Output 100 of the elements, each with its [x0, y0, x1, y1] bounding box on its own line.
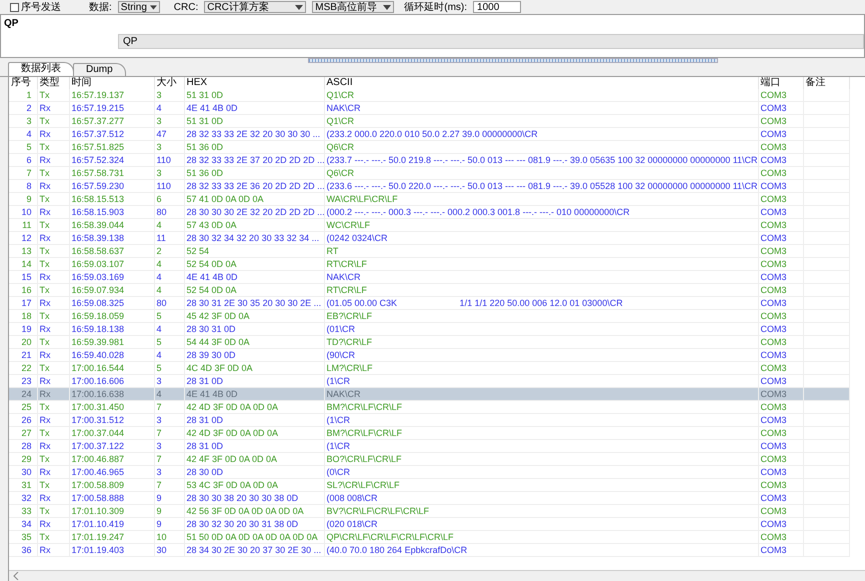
- table-cell: 110: [154, 180, 184, 192]
- table-cell: 4: [154, 348, 184, 362]
- bit-order-dropdown[interactable]: MSB高位前导: [312, 1, 394, 13]
- table-cell: 16:58.39.044: [69, 218, 154, 232]
- table-cell: 29: [9, 452, 37, 466]
- table-row[interactable]: 22 Tx 17:00.16.544 5 4C 4D 3F 0D 0A LM?\CR\LF COM3: [9, 362, 849, 374]
- table-cell: 16:59.18.059: [69, 310, 154, 322]
- data-format-dropdown[interactable]: String: [118, 1, 160, 13]
- table-cell: 5: [9, 140, 37, 154]
- table-row[interactable]: 28 Rx 17:00.37.122 3 28 31 0D (1\CR COM3: [9, 440, 849, 452]
- tab[interactable]: 数据列表: [8, 62, 74, 76]
- horizontal-scrollbar[interactable]: [9, 570, 865, 581]
- table-cell: 4: [154, 102, 184, 114]
- table-cell: COM3: [758, 140, 803, 154]
- table-row[interactable]: 13 Tx 16:58.58.637 2 52 54 RT COM3: [9, 244, 849, 258]
- table-row[interactable]: 33 Tx 17:01.10.309 9 42 56 3F 0D 0A 0D 0A 0D 0A BV?\CR\LF\CR\LF\CR\LF COM3: [9, 504, 849, 518]
- table-cell: COM3: [758, 466, 803, 478]
- table-cell: 7: [154, 478, 184, 492]
- table-cell: (01.05 00.00 C3K 1/1 1/1 220 50.00 006 12.0 01 03000\CR: [324, 296, 758, 310]
- table-cell: COM3: [758, 284, 803, 296]
- table-cell: Rx: [37, 414, 69, 426]
- crc-label: CRC:: [174, 2, 198, 12]
- table-cell: COM3: [758, 518, 803, 530]
- table-cell: 14: [9, 258, 37, 270]
- table-cell: 16:58.15.513: [69, 192, 154, 206]
- table-cell: 16:57.19.137: [69, 89, 154, 102]
- table-row[interactable]: 10 Rx 16:58.15.903 80 28 30 30 30 2E 32 20 2D 2D 2D ... (000.2 ---.- ---.- 000.3 ---.- ---.- 000.2 000.3 001.8 ---.- ---.- 010 00000000\CR COM3: [9, 206, 849, 218]
- splitter-handle[interactable]: [308, 58, 718, 62]
- table-cell: COM3: [758, 414, 803, 426]
- table-row[interactable]: 20 Tx 16:59.39.981 5 54 44 3F 0D 0A TD?\CR\LF COM3: [9, 336, 849, 348]
- table-row[interactable]: 17 Rx 16:59.08.325 80 28 30 31 2E 30 35 20 30 30 2E ... (01.05 00.00 C3K 1/1 1/1 220 50.00 006 12.0 01 03000\CR COM3: [9, 296, 849, 310]
- table-row[interactable]: 7 Tx 16:57.58.731 3 51 36 0D Q6\CR COM3: [9, 166, 849, 180]
- table-row[interactable]: 4 Rx 16:57.37.512 47 28 32 33 33 2E 32 20 30 30 30 ... (233.2 000.0 220.0 010 50.0 2.27 39.0 00000000\CR COM3: [9, 128, 849, 140]
- sequence-send-checkbox[interactable]: 序号发送: [10, 0, 61, 14]
- table-row[interactable]: 18 Tx 16:59.18.059 5 45 42 3F 0D 0A EB?\CR\LF COM3: [9, 310, 849, 322]
- table-cell: RT\CR\LF: [324, 258, 758, 270]
- column-header[interactable]: ASCII: [324, 77, 758, 89]
- table-cell: NAK\CR: [324, 270, 758, 284]
- table-cell: 5: [154, 310, 184, 322]
- table-row[interactable]: 1 Tx 16:57.19.137 3 51 31 0D Q1\CR COM3: [9, 89, 849, 102]
- column-header[interactable]: 大小: [154, 77, 184, 89]
- table-cell: Rx: [37, 544, 69, 556]
- column-header[interactable]: 类型: [37, 77, 69, 89]
- table-row[interactable]: 6 Rx 16:57.52.324 110 28 32 33 33 2E 37 20 2D 2D 2D ... (233.7 ---.- ---.- 50.0 219.8 ---.- ---.- 50.0 013 --- --- 081.9 ---.- 39.0 05635 100 32 00000000 00000000 11\CR COM3: [9, 154, 849, 166]
- scroll-left-icon[interactable]: [13, 572, 19, 580]
- table-cell: 25: [9, 400, 37, 414]
- table-row[interactable]: 31 Tx 17:00.58.809 7 53 4C 3F 0D 0A 0D 0A SL?\CR\LF\CR\LF COM3: [9, 478, 849, 492]
- table-row[interactable]: 9 Tx 16:58.15.513 6 57 41 0D 0A 0D 0A WA\CR\LF\CR\LF COM3: [9, 192, 849, 206]
- table-row[interactable]: 32 Rx 17:00.58.888 9 28 30 30 38 20 30 30 38 0D (008 008\CR COM3: [9, 492, 849, 504]
- table-row[interactable]: 25 Tx 17:00.31.450 7 42 4D 3F 0D 0A 0D 0A BM?\CR\LF\CR\LF COM3: [9, 400, 849, 414]
- column-header[interactable]: 时间: [69, 77, 154, 89]
- table-cell: 11: [9, 218, 37, 232]
- table-cell: (1\CR: [324, 440, 758, 452]
- table-row[interactable]: 36 Rx 17:01.19.403 30 28 34 30 2E 30 20 37 30 2E 30 ... (40.0 70.0 180 264 EpbkcrafDo\CR COM3: [9, 544, 849, 556]
- table-row[interactable]: 15 Rx 16:59.03.169 4 4E 41 4B 0D NAK\CR COM3: [9, 270, 849, 284]
- table-row[interactable]: 12 Rx 16:58.39.138 11 28 30 32 34 32 20 30 33 32 34 ... (0242 0324\CR COM3: [9, 232, 849, 244]
- column-header[interactable]: HEX: [184, 77, 324, 89]
- table-row[interactable]: 16 Tx 16:59.07.934 4 52 54 0D 0A RT\CR\LF COM3: [9, 284, 849, 296]
- send-text-area[interactable]: QP QP: [0, 14, 865, 58]
- table-row[interactable]: 8 Rx 16:57.59.230 110 28 32 33 33 2E 36 20 2D 2D 2D ... (233.6 ---.- ---.- 50.0 220.0 ---.- ---.- 50.0 013 --- --- 081.9 ---.- 39.0 05528 100 32 00000000 00000000 11\CR COM3: [9, 180, 849, 192]
- loop-delay-label: 循环延时(ms):: [404, 0, 468, 14]
- loop-delay-field[interactable]: 1000: [473, 1, 522, 13]
- column-header[interactable]: 端口: [758, 77, 803, 89]
- table-row[interactable]: 11 Tx 16:58.39.044 4 57 43 0D 0A WC\CR\LF COM3: [9, 218, 849, 232]
- tab[interactable]: Dump: [73, 63, 126, 76]
- table-row[interactable]: 3 Tx 16:57.37.277 3 51 31 0D Q1\CR COM3: [9, 114, 849, 128]
- table-cell: Tx: [37, 114, 69, 128]
- table-row[interactable]: 27 Tx 17:00.37.044 7 42 4D 3F 0D 0A 0D 0A BM?\CR\LF\CR\LF COM3: [9, 426, 849, 440]
- table-row[interactable]: 29 Tx 17:00.46.887 7 42 4F 3F 0D 0A 0D 0A BO?\CR\LF\CR\LF COM3: [9, 452, 849, 466]
- table-cell: (90\CR: [324, 348, 758, 362]
- table-row[interactable]: 34 Rx 17:01.10.419 9 28 30 32 30 20 30 31 38 0D (020 018\CR COM3: [9, 518, 849, 530]
- table-row[interactable]: 21 Rx 16:59.40.028 4 28 39 30 0D (90\CR COM3: [9, 348, 849, 362]
- table-row[interactable]: 30 Rx 17:00.46.965 3 28 30 0D (0\CR COM3: [9, 466, 849, 478]
- send-history-bar[interactable]: QP: [118, 34, 864, 49]
- table-row[interactable]: 19 Rx 16:59.18.138 4 28 30 31 0D (01\CR COM3: [9, 322, 849, 336]
- table-row[interactable]: 14 Tx 16:59.03.107 4 52 54 0D 0A RT\CR\LF COM3: [9, 258, 849, 270]
- table-row[interactable]: 26 Rx 17:00.31.512 3 28 31 0D (1\CR COM3: [9, 414, 849, 426]
- table-cell: Rx: [37, 180, 69, 192]
- table-cell: 16:59.18.138: [69, 322, 154, 336]
- table-cell: 17:01.19.403: [69, 544, 154, 556]
- table-cell: 12: [9, 232, 37, 244]
- table-cell: 3: [154, 466, 184, 478]
- table-cell: COM3: [758, 440, 803, 452]
- table-cell: 17:00.46.887: [69, 452, 154, 466]
- table-row[interactable]: 35 Tx 17:01.19.247 10 51 50 0D 0A 0D 0A 0D 0A 0D 0A QP\CR\LF\CR\LF\CR\LF\CR\LF COM3: [9, 530, 849, 544]
- crc-scheme-dropdown[interactable]: CRC计算方案: [204, 1, 306, 13]
- table-row[interactable]: 2 Rx 16:57.19.215 4 4E 41 4B 0D NAK\CR COM3: [9, 102, 849, 114]
- table-cell: Tx: [37, 192, 69, 206]
- table-cell: 19: [9, 322, 37, 336]
- table-cell: 5: [154, 362, 184, 374]
- table-cell: Rx: [37, 348, 69, 362]
- caret-icon: [383, 4, 392, 10]
- table-cell: Rx: [37, 466, 69, 478]
- table-row[interactable]: 5 Tx 16:57.51.825 3 51 36 0D Q6\CR COM3: [9, 140, 849, 154]
- table-cell: 22: [9, 362, 37, 374]
- table-cell: 3: [154, 414, 184, 426]
- table-cell: 4: [9, 128, 37, 140]
- table-cell: 28 30 32 30 20 30 31 38 0D: [184, 518, 324, 530]
- table-cell: (1\CR: [324, 414, 758, 426]
- table-cell: COM3: [758, 180, 803, 192]
